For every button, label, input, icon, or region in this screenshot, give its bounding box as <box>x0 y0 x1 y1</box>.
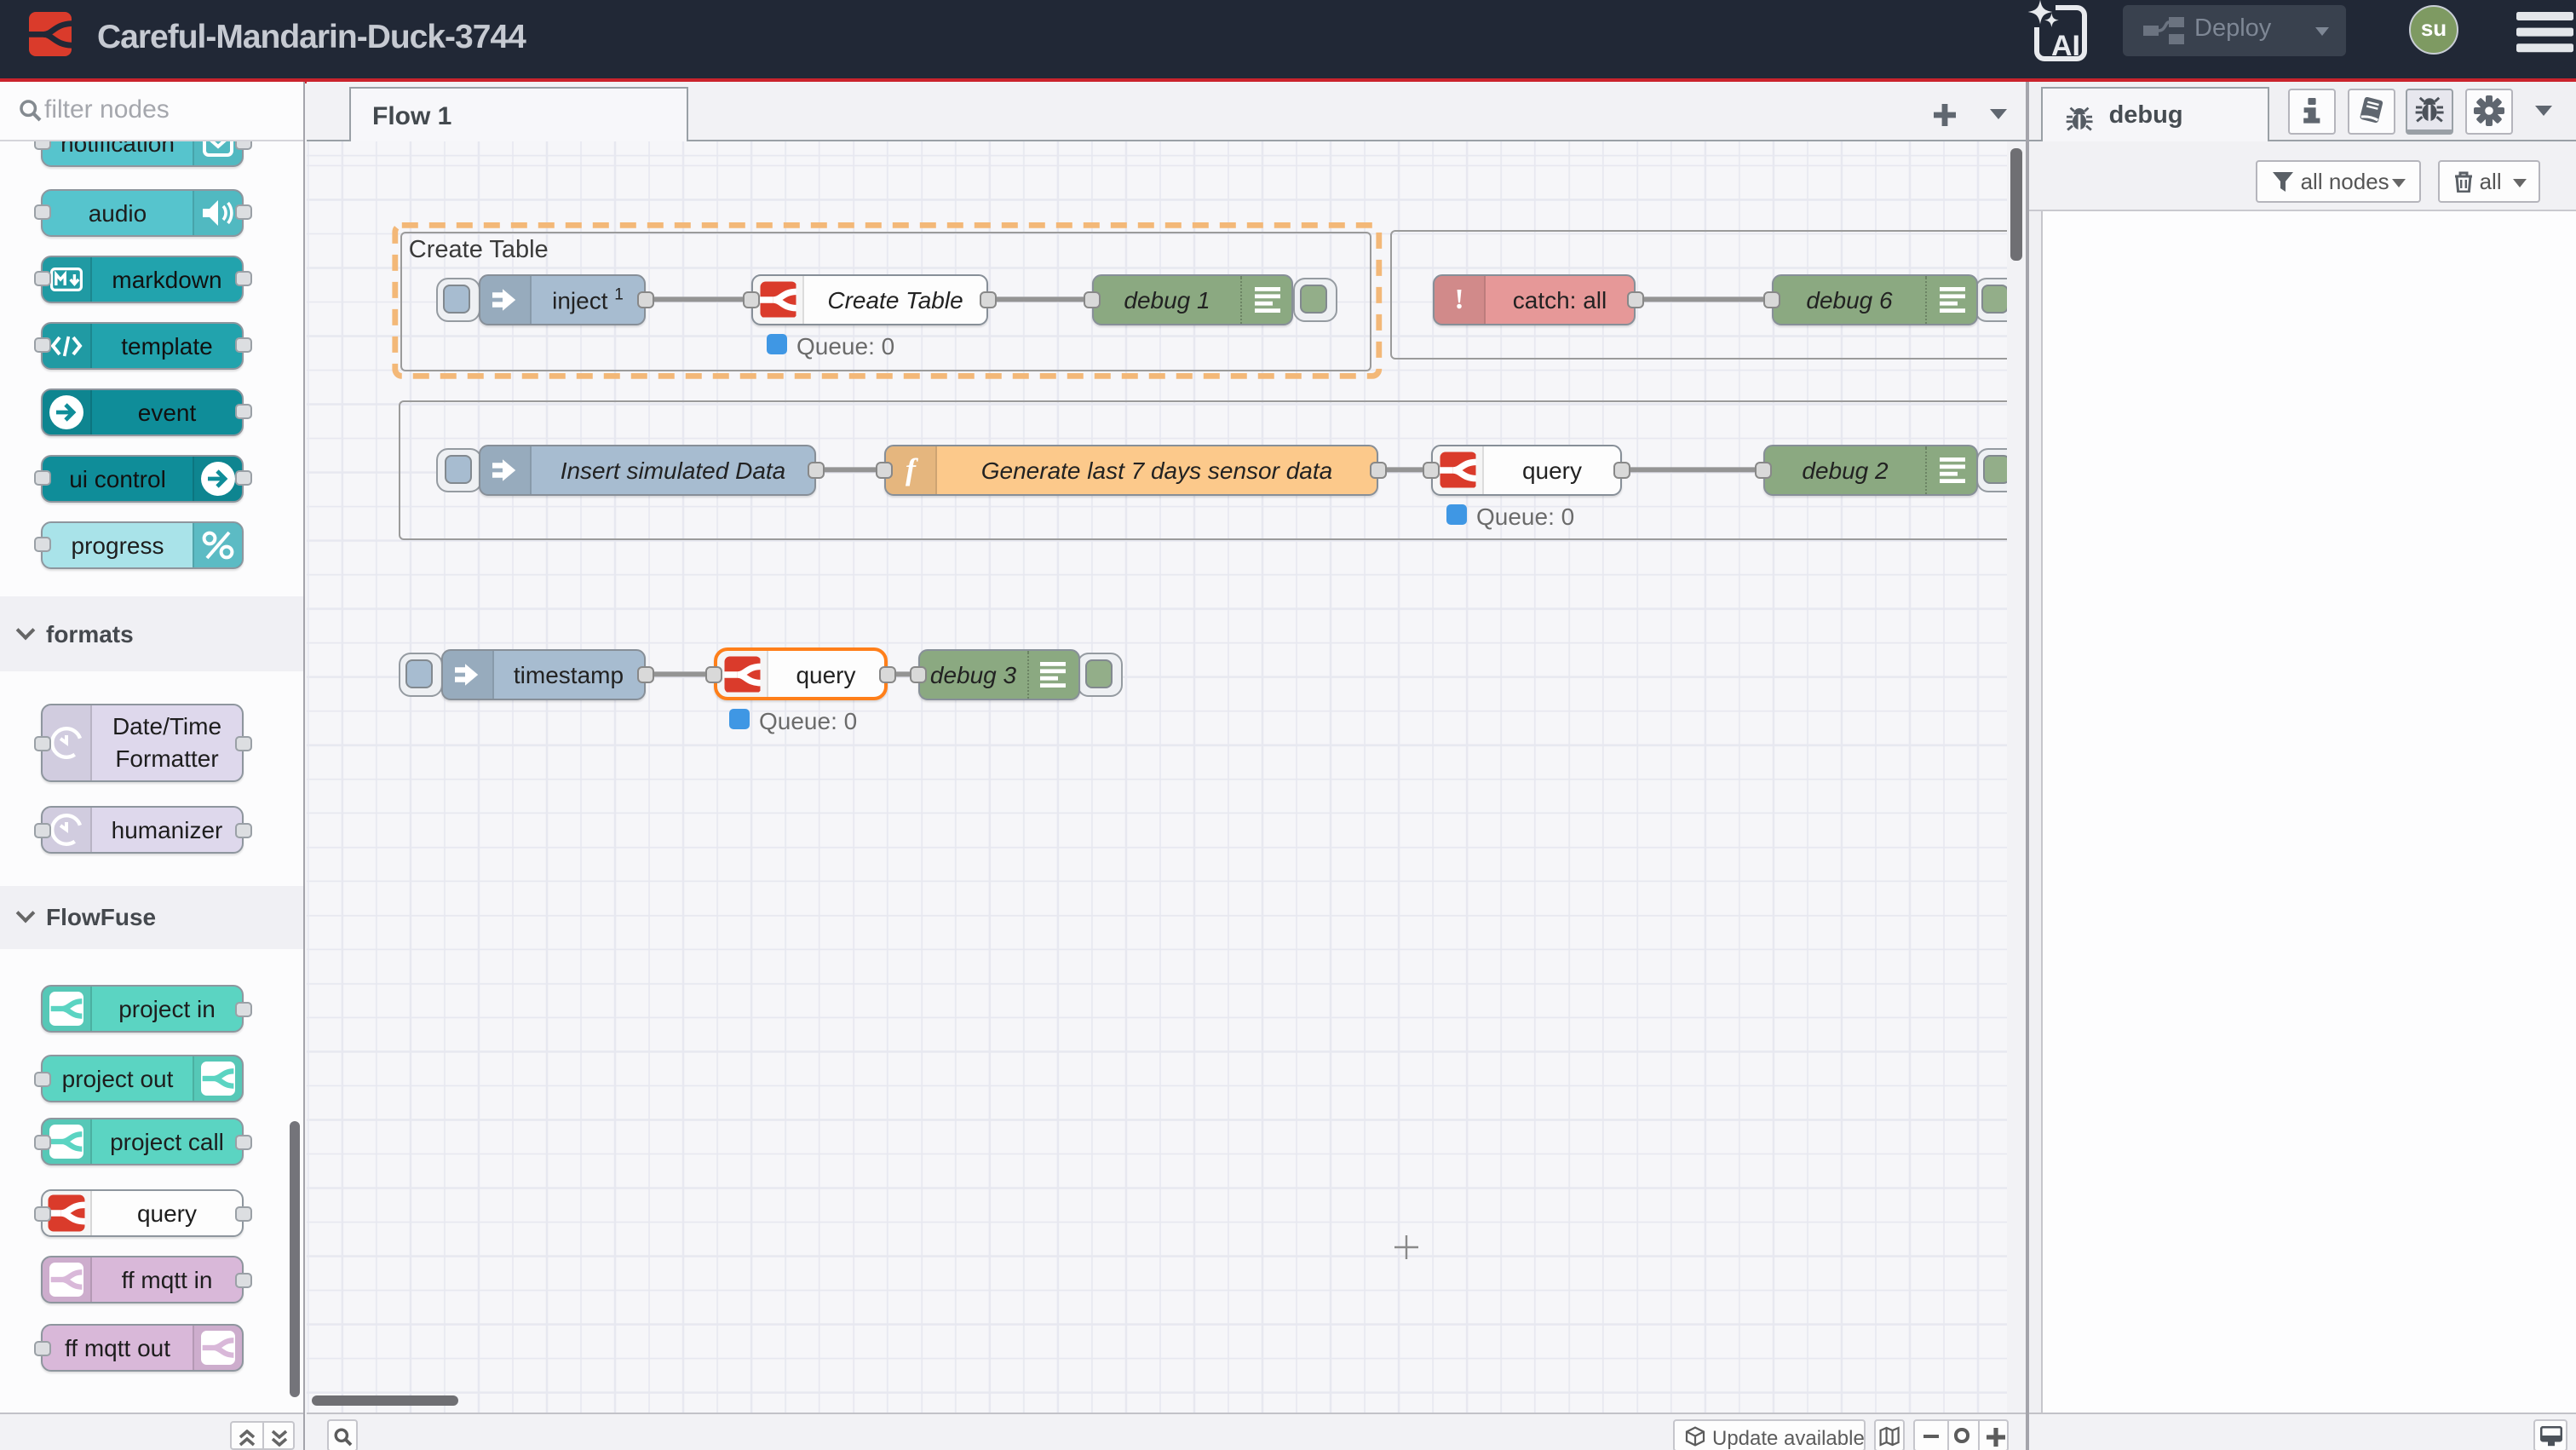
svg-text:AI: AI <box>2051 30 2080 62</box>
